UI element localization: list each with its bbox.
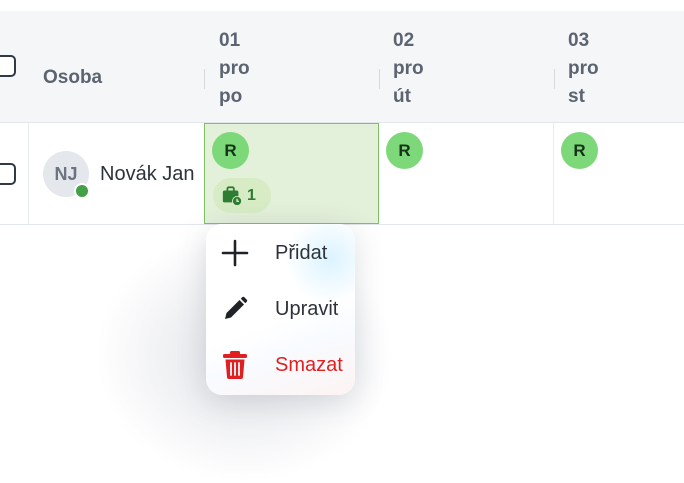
select-all-checkbox[interactable] — [0, 55, 16, 77]
job-count-chip[interactable]: 1 — [213, 178, 271, 213]
day-weekday: st — [568, 86, 585, 107]
row-checkbox[interactable] — [0, 163, 16, 185]
cell-divider — [28, 123, 29, 224]
shift-chip[interactable]: R — [212, 132, 249, 169]
day-weekday: po — [219, 86, 243, 107]
pencil-icon — [220, 294, 250, 324]
column-divider — [554, 69, 555, 89]
menu-item-delete[interactable]: Smazat — [206, 337, 355, 393]
menu-item-label: Smazat — [275, 353, 343, 376]
day-number: 01 — [219, 30, 241, 51]
plus-icon — [220, 238, 250, 268]
day-shift: pro — [393, 58, 424, 79]
day-weekday: út — [393, 86, 411, 107]
column-header-day-01[interactable]: 01 pro po — [219, 27, 279, 111]
table-row: NJ Novák Jan R 1 R R — [0, 123, 684, 225]
briefcase-clock-icon — [221, 185, 243, 207]
shift-chip[interactable]: R — [561, 132, 598, 169]
menu-item-label: Upravit — [275, 297, 339, 320]
person-name[interactable]: Novák Jan — [100, 163, 195, 186]
cell-divider — [553, 123, 554, 224]
day-shift: pro — [568, 58, 599, 79]
column-header-day-02[interactable]: 02 pro út — [393, 27, 453, 111]
menu-item-add[interactable]: Přidat — [206, 225, 355, 281]
shift-chip[interactable]: R — [386, 132, 423, 169]
column-divider — [379, 69, 380, 89]
day-number: 02 — [393, 30, 415, 51]
menu-item-edit[interactable]: Upravit — [206, 281, 355, 337]
column-divider — [204, 69, 205, 89]
context-menu: Přidat Upravit Smazat — [206, 224, 355, 395]
day-number: 03 — [568, 30, 590, 51]
menu-item-label: Přidat — [275, 241, 328, 264]
online-status-dot — [74, 183, 90, 199]
column-header-day-03[interactable]: 03 pro st — [568, 27, 628, 111]
trash-icon — [220, 350, 250, 380]
column-header-person[interactable]: Osoba — [43, 67, 102, 89]
schedule-view: Osoba 01 pro po 02 pro út 03 pro st NJ N… — [0, 0, 684, 483]
table-header: Osoba 01 pro po 02 pro út 03 pro st — [0, 11, 684, 123]
job-count: 1 — [247, 186, 256, 204]
day-shift: pro — [219, 58, 250, 79]
